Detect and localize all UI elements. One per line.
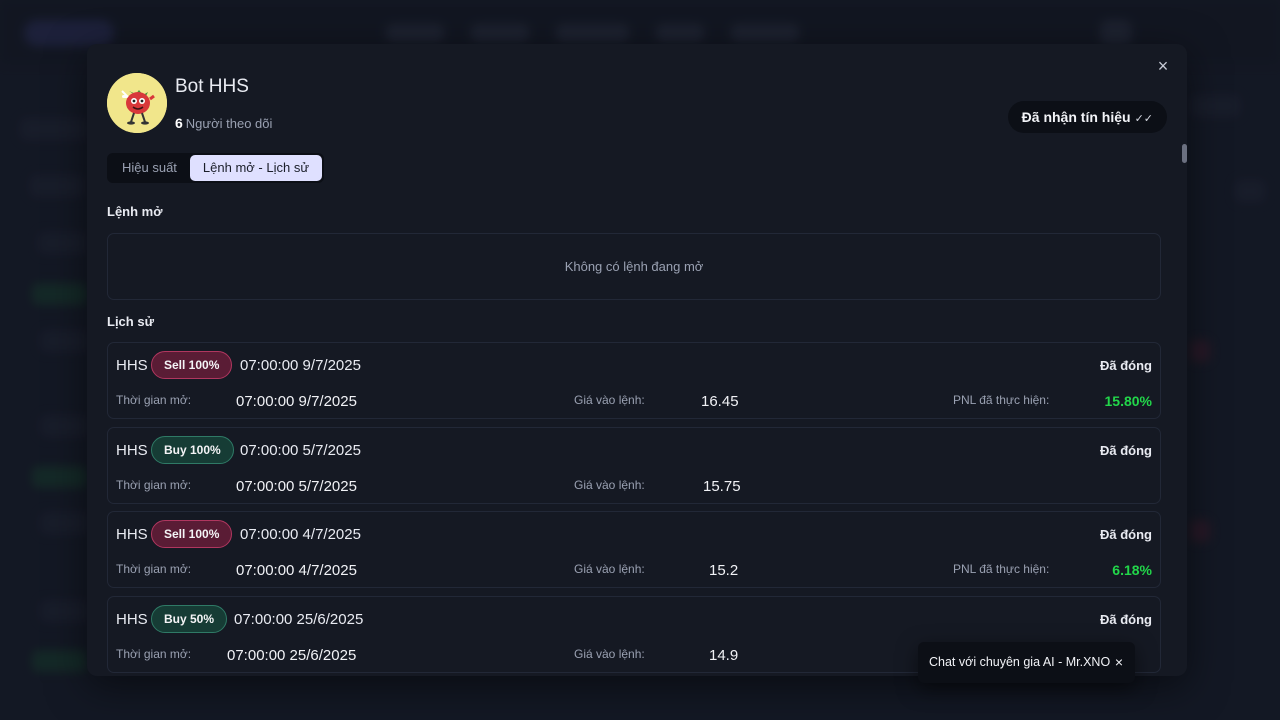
pnl-value: 6.18% — [1112, 562, 1152, 578]
open-time-value: 07:00:00 9/7/2025 — [236, 393, 357, 410]
history-title: Lịch sử — [107, 314, 154, 329]
entry-price-value: 15.2 — [709, 562, 739, 579]
history-item[interactable]: HHS Sell 100% 07:00:00 9/7/2025 Đã đóng … — [107, 342, 1161, 419]
side-badge: Buy 100% — [151, 436, 234, 464]
status-label: Đã đóng — [1100, 612, 1152, 627]
side-badge: Sell 100% — [151, 351, 233, 379]
signal-button-label: Đã nhận tín hiệu — [1021, 109, 1131, 125]
pnl-value: 15.80% — [1104, 393, 1152, 409]
symbol: HHS — [116, 611, 148, 628]
entry-price-label: Giá vào lệnh: — [574, 478, 645, 492]
open-time-label: Thời gian mở: — [116, 647, 192, 661]
entry-price-value: 15.75 — [703, 478, 741, 495]
ai-chat-popup[interactable]: Chat với chuyên gia AI - Mr.XNO × — [918, 642, 1135, 683]
bot-avatar — [107, 73, 167, 133]
tab-performance[interactable]: Hiệu suất — [109, 155, 190, 181]
scrollbar-thumb[interactable] — [1182, 144, 1187, 163]
bot-detail-modal: × Bot HHS 6 Người theo dõi Đã nhận tín hi… — [87, 44, 1187, 676]
signal-time: 07:00:00 5/7/2025 — [240, 442, 361, 459]
open-time-value: 07:00:00 5/7/2025 — [236, 478, 357, 495]
open-time-label: Thời gian mở: — [116, 393, 192, 407]
open-time-label: Thời gian mở: — [116, 478, 192, 492]
symbol: HHS — [116, 526, 148, 543]
signal-time: 07:00:00 9/7/2025 — [240, 357, 361, 374]
pnl-label: PNL đã thực hiện: — [953, 393, 1050, 407]
entry-price-label: Giá vào lệnh: — [574, 393, 645, 407]
strawberry-mascot-icon — [107, 73, 167, 133]
entry-price-label: Giá vào lệnh: — [574, 647, 645, 661]
history-item[interactable]: HHS Sell 100% 07:00:00 4/7/2025 Đã đóng … — [107, 511, 1161, 588]
symbol: HHS — [116, 357, 148, 374]
tab-bar: Hiệu suất Lệnh mở - Lịch sử — [107, 153, 325, 183]
open-orders-title: Lệnh mở — [107, 204, 163, 219]
followers-count: 6 — [175, 115, 183, 131]
pnl-label: PNL đã thực hiện: — [953, 562, 1050, 576]
followers-label: Người theo dõi — [185, 116, 273, 131]
status-label: Đã đóng — [1100, 358, 1152, 373]
tab-orders-history[interactable]: Lệnh mở - Lịch sử — [189, 155, 323, 181]
open-orders-empty: Không có lệnh đang mở — [107, 233, 1161, 300]
signal-time: 07:00:00 25/6/2025 — [234, 611, 364, 628]
history-item[interactable]: HHS Buy 100% 07:00:00 5/7/2025 Đã đóng T… — [107, 427, 1161, 504]
double-check-icon: ✓✓ — [1134, 113, 1153, 125]
bot-name: Bot HHS — [175, 76, 249, 97]
followers-info: 6 Người theo dõi — [175, 115, 272, 131]
side-badge: Sell 100% — [151, 520, 233, 548]
signal-time: 07:00:00 4/7/2025 — [240, 526, 361, 543]
entry-price-value: 16.45 — [701, 393, 739, 410]
status-label: Đã đóng — [1100, 527, 1152, 542]
close-icon[interactable]: × — [1115, 642, 1123, 683]
open-time-value: 07:00:00 25/6/2025 — [227, 647, 357, 664]
entry-price-label: Giá vào lệnh: — [574, 562, 645, 576]
open-time-label: Thời gian mở: — [116, 562, 192, 576]
side-badge: Buy 50% — [151, 605, 228, 633]
open-time-value: 07:00:00 4/7/2025 — [236, 562, 357, 579]
symbol: HHS — [116, 442, 148, 459]
entry-price-value: 14.9 — [709, 647, 739, 664]
signal-received-button[interactable]: Đã nhận tín hiệu ✓✓ — [1007, 101, 1167, 133]
ai-chat-label[interactable]: Chat với chuyên gia AI - Mr.XNO — [929, 655, 1110, 669]
close-icon[interactable]: × — [1153, 56, 1173, 76]
status-label: Đã đóng — [1100, 443, 1152, 458]
